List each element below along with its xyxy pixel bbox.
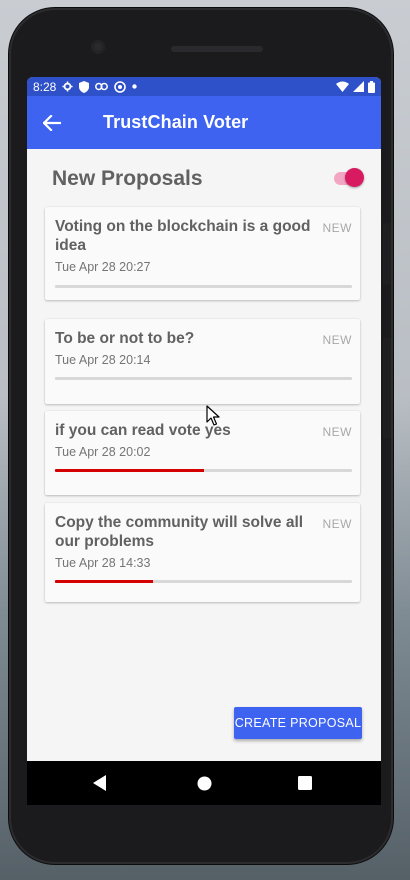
proposal-date: Tue Apr 28 20:02: [55, 445, 151, 459]
at-icon: [114, 80, 127, 93]
vote-progress-bar: [55, 469, 352, 472]
page-title: New Proposals: [52, 167, 203, 190]
signal-icon: [353, 81, 364, 92]
status-bar: 8:28: [27, 77, 381, 96]
home-circle-icon[interactable]: [193, 772, 215, 794]
dot-icon: [132, 84, 138, 89]
proposals-content: New Proposals Voting on the blockchain i…: [27, 149, 381, 761]
vote-progress-fill: [55, 580, 153, 583]
power-button: [383, 338, 391, 438]
app-title: TrustChain Voter: [103, 112, 249, 132]
mouse-pointer-icon: [206, 405, 220, 426]
proposal-title: To be or not to be?: [55, 330, 195, 347]
front-camera: [91, 40, 105, 54]
wifi-icon: [336, 81, 349, 92]
proposal-date: Tue Apr 28 20:27: [55, 260, 151, 274]
proposal-date: Tue Apr 28 20:14: [55, 353, 151, 367]
recents-square-icon[interactable]: [294, 772, 316, 794]
section-header: New Proposals: [52, 163, 381, 195]
proposal-title: Copy the community will solve all our pr…: [55, 514, 304, 550]
volume-button: [383, 223, 391, 285]
toggle-thumb: [345, 168, 364, 187]
battery-icon: [368, 80, 375, 93]
shield-icon: [79, 80, 90, 93]
gear-icon: [62, 81, 73, 92]
vote-progress-bar: [55, 377, 352, 380]
app-bar: TrustChain Voter: [27, 96, 381, 149]
proposal-card[interactable]: Voting on the blockchain is a good idea …: [45, 207, 360, 300]
status-time: 8:28: [33, 79, 57, 94]
proposal-card[interactable]: Copy the community will solve all our pr…: [45, 503, 360, 602]
proposal-title: if you can read vote yes: [55, 422, 231, 439]
status-badge: NEW: [322, 517, 352, 531]
vote-progress-bar: [55, 580, 352, 583]
proposal-card[interactable]: To be or not to be? NEW Tue Apr 28 20:14: [45, 319, 360, 404]
vote-progress-bar: [55, 285, 352, 288]
vote-progress-fill: [55, 469, 204, 472]
app-screen: 8:28 TrustChain Voter New Proposals Voti…: [27, 77, 381, 761]
status-badge: NEW: [322, 221, 352, 235]
create-proposal-button[interactable]: CREATE PROPOSAL: [234, 707, 362, 739]
back-triangle-icon[interactable]: [89, 772, 111, 794]
link-icon: [95, 82, 109, 91]
proposal-date: Tue Apr 28 14:33: [55, 556, 151, 570]
system-nav-bar: [27, 761, 381, 805]
arrow-left-icon[interactable]: [41, 112, 63, 134]
earpiece-speaker: [171, 46, 263, 52]
filter-toggle[interactable]: [334, 167, 364, 187]
status-badge: NEW: [322, 425, 352, 439]
proposal-card[interactable]: if you can read vote yes NEW Tue Apr 28 …: [45, 411, 360, 495]
proposal-title: Voting on the blockchain is a good idea: [55, 218, 311, 254]
status-badge: NEW: [322, 333, 352, 347]
